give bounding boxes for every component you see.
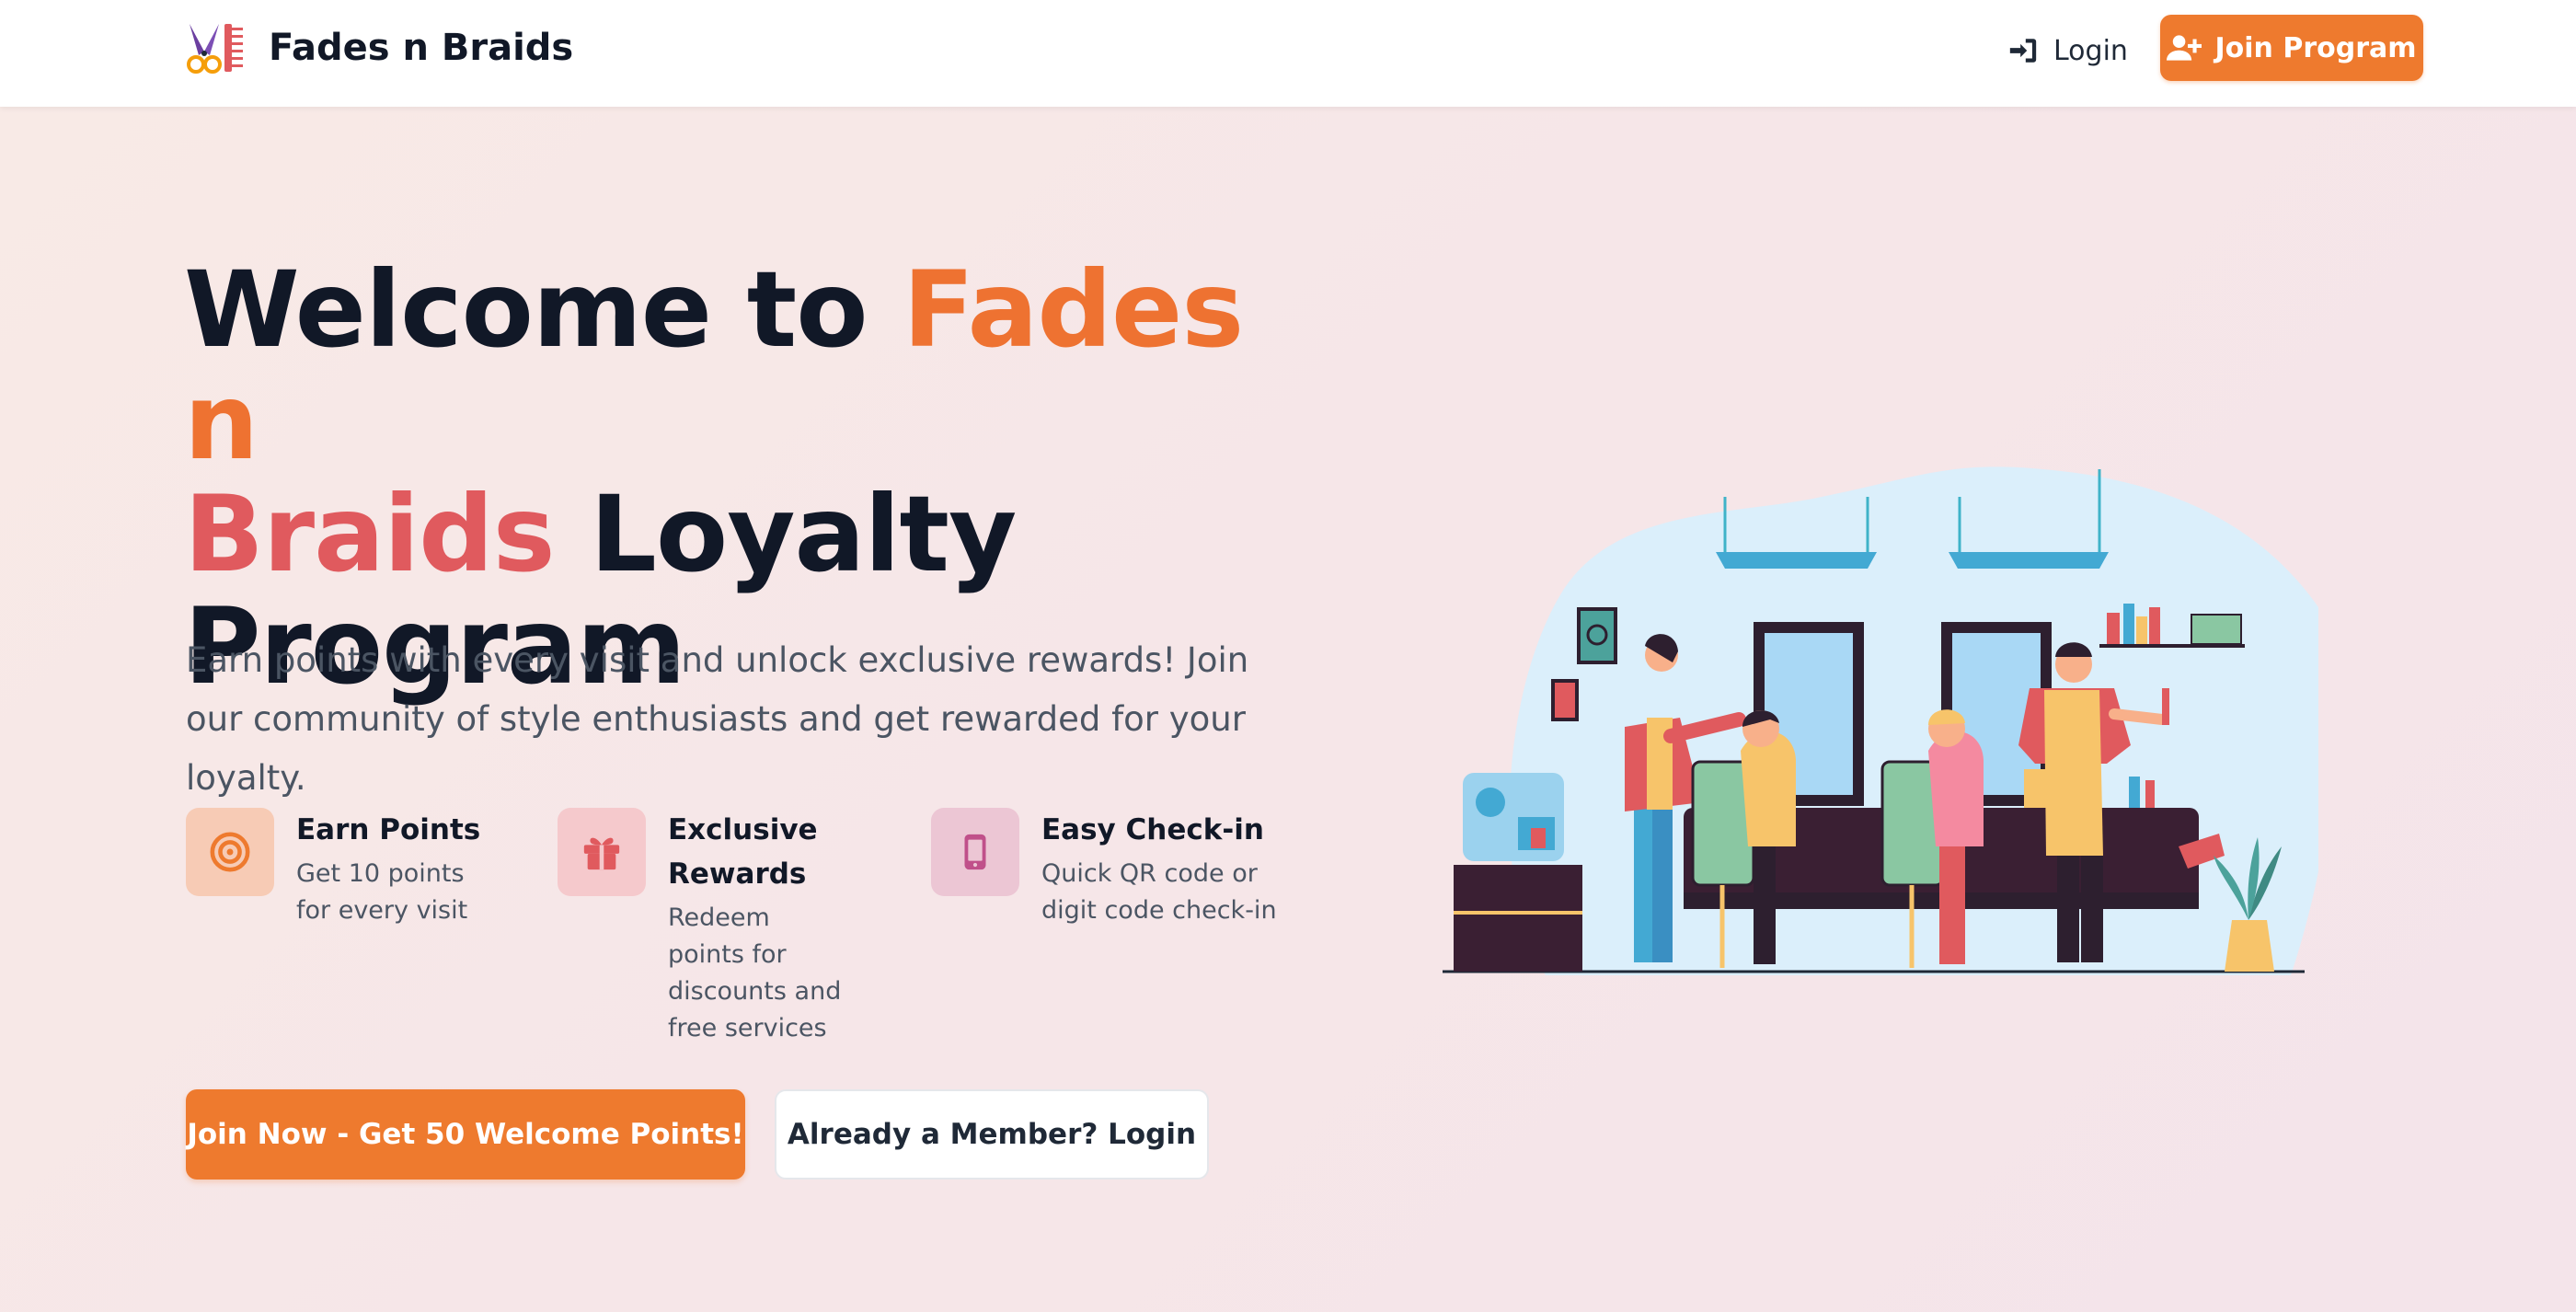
member-login-button[interactable]: Already a Member? Login	[775, 1089, 1209, 1180]
nav-login-link[interactable]: Login	[2007, 26, 2128, 75]
mobile-icon	[964, 834, 986, 870]
barbershop-illustration	[1443, 466, 2318, 975]
hero-title-part1: Welcome to	[184, 248, 903, 371]
join-now-button[interactable]: Join Now - Get 50 Welcome Points!	[186, 1089, 745, 1180]
brand-name: Fades n Braids	[269, 27, 574, 69]
hero-subtitle: Earn points with every visit and unlock …	[186, 640, 1249, 798]
feature-easy-check-in: Easy Check-in Quick QR code or digit cod…	[931, 808, 1281, 929]
navbar: Fades n Braids Login Join Program	[0, 0, 2576, 107]
target-icon	[210, 832, 250, 872]
feature-text: Exclusive Rewards Redeem points for disc…	[668, 808, 852, 1047]
gift-icon	[583, 837, 620, 870]
hero-title-highlight-2: Braids	[184, 473, 556, 595]
feature-exclusive-rewards: Exclusive Rewards Redeem points for disc…	[558, 808, 852, 1047]
join-program-label: Join Program	[2214, 31, 2417, 64]
feature-desc: Get 10 points for every visit	[296, 859, 468, 925]
feature-icon-box	[931, 808, 1019, 896]
feature-title: Earn Points	[296, 813, 481, 846]
feature-desc: Quick QR code or digit code check-in	[1041, 859, 1277, 925]
feature-text: Easy Check-in Quick QR code or digit cod…	[1041, 808, 1281, 929]
feature-title: Exclusive Rewards	[668, 813, 818, 891]
feature-text: Earn Points Get 10 points for every visi…	[296, 808, 499, 929]
feature-earn-points: Earn Points Get 10 points for every visi…	[186, 808, 499, 929]
brand[interactable]: Fades n Braids	[186, 20, 573, 75]
feature-title: Easy Check-in	[1041, 813, 1264, 846]
feature-icon-box	[558, 808, 646, 896]
sign-in-icon	[2009, 39, 2037, 63]
feature-desc: Redeem points for discounts and free ser…	[668, 903, 842, 1042]
user-plus-icon	[2167, 35, 2202, 61]
scissors-comb-logo-icon	[187, 24, 243, 74]
join-program-button[interactable]: Join Program	[2160, 15, 2423, 81]
nav-login-label: Login	[2053, 34, 2128, 67]
feature-icon-box	[186, 808, 274, 896]
